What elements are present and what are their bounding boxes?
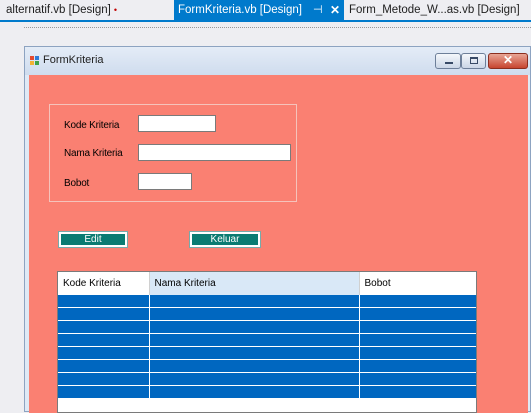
column-header-nama-kriteria[interactable]: Nama Kriteria — [149, 272, 360, 295]
modified-dot-icon: • — [113, 5, 117, 15]
column-header-bobot[interactable]: Bobot — [359, 272, 476, 295]
table-cell[interactable] — [58, 333, 150, 347]
nama-kriteria-input[interactable] — [138, 144, 291, 161]
maximize-button[interactable] — [461, 53, 486, 69]
table-cell[interactable] — [359, 307, 476, 321]
table-cell[interactable] — [58, 346, 150, 360]
bobot-label: Bobot — [64, 178, 90, 189]
table-row[interactable] — [58, 307, 476, 321]
close-button[interactable]: ✕ — [488, 53, 528, 69]
kode-kriteria-label: Kode Kriteria — [64, 120, 120, 131]
table-row[interactable] — [58, 372, 476, 386]
table-cell[interactable] — [149, 359, 360, 373]
designer-selection-border — [24, 27, 531, 28]
table-row[interactable] — [58, 320, 476, 334]
table-cell[interactable] — [149, 320, 360, 334]
table-row[interactable] — [58, 346, 476, 360]
minimize-icon — [445, 62, 453, 64]
grid-body — [58, 295, 476, 399]
table-row[interactable] — [58, 295, 476, 308]
form-client-area: Kode Kriteria Nama Kriteria Bobot Edit K… — [29, 75, 528, 413]
pin-tab-icon[interactable]: ⊣ — [313, 0, 323, 20]
table-cell[interactable] — [149, 307, 360, 321]
table-cell[interactable] — [359, 359, 476, 373]
table-cell[interactable] — [58, 295, 150, 308]
table-cell[interactable] — [359, 333, 476, 347]
form-window: FormKriteria ✕ Kode Kriteria Nama Kriter… — [24, 46, 531, 413]
table-cell[interactable] — [149, 385, 360, 399]
tab-form-metode-design[interactable]: Form_Metode_W...as.vb [Design] — [349, 0, 520, 20]
window-title: FormKriteria — [43, 54, 104, 66]
close-icon: ✕ — [502, 53, 514, 67]
maximize-icon — [470, 57, 478, 64]
kriteria-datagrid[interactable]: Kode Kriteria Nama Kriteria Bobot — [57, 271, 477, 413]
table-cell[interactable] — [149, 295, 360, 308]
tab-alternatif-design[interactable]: alternatif.vb [Design] • — [6, 0, 117, 20]
table-cell[interactable] — [359, 385, 476, 399]
tab-label: FormKriteria.vb [Design] — [178, 4, 302, 16]
form-app-icon — [30, 56, 39, 65]
table-cell[interactable] — [359, 372, 476, 386]
column-header-kode-kriteria[interactable]: Kode Kriteria — [58, 272, 150, 295]
table-row[interactable] — [58, 385, 476, 399]
tab-formkriteria-design[interactable]: FormKriteria.vb [Design] ⊣ ✕ — [174, 0, 344, 20]
title-bar[interactable]: FormKriteria ✕ — [25, 47, 530, 75]
table-cell[interactable] — [359, 320, 476, 334]
keluar-button[interactable]: Keluar — [189, 231, 261, 248]
table-cell[interactable] — [359, 346, 476, 360]
edit-button[interactable]: Edit — [58, 231, 128, 248]
table-cell[interactable] — [149, 372, 360, 386]
nama-kriteria-label: Nama Kriteria — [64, 148, 123, 159]
bobot-input[interactable] — [138, 173, 192, 190]
kode-kriteria-input[interactable] — [138, 115, 216, 132]
table-cell[interactable] — [58, 372, 150, 386]
table-cell[interactable] — [58, 385, 150, 399]
table-cell[interactable] — [58, 359, 150, 373]
criteria-groupbox: Kode Kriteria Nama Kriteria Bobot — [49, 104, 297, 202]
grid-table: Kode Kriteria Nama Kriteria Bobot — [58, 272, 476, 399]
tab-label: Form_Metode_W...as.vb [Design] — [349, 4, 520, 16]
table-cell[interactable] — [149, 333, 360, 347]
table-row[interactable] — [58, 359, 476, 373]
close-tab-icon[interactable]: ✕ — [330, 0, 340, 20]
document-tab-strip: alternatif.vb [Design] • FormKriteria.vb … — [0, 0, 531, 20]
table-cell[interactable] — [359, 295, 476, 308]
table-cell[interactable] — [58, 320, 150, 334]
tab-label: alternatif.vb [Design] — [6, 4, 111, 16]
table-cell[interactable] — [58, 307, 150, 321]
grid-header-row: Kode Kriteria Nama Kriteria Bobot — [58, 272, 476, 295]
table-row[interactable] — [58, 333, 476, 347]
table-cell[interactable] — [149, 346, 360, 360]
minimize-button[interactable] — [435, 53, 461, 69]
